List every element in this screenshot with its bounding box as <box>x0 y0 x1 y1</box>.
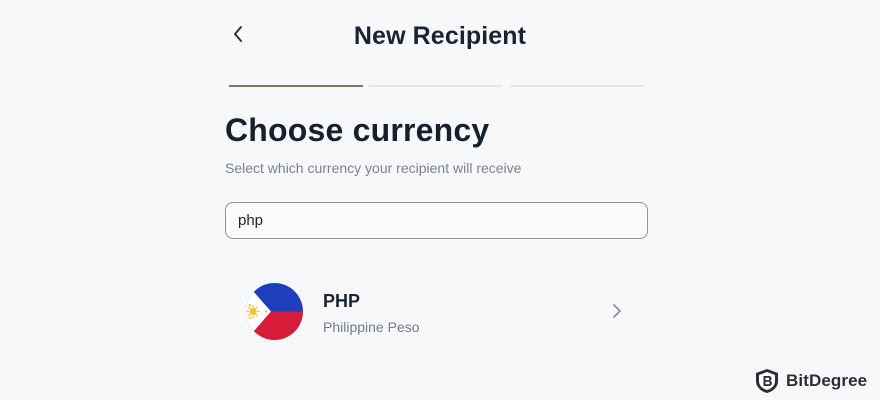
currency-result-item[interactable]: PHP Philippine Peso <box>240 278 632 344</box>
philippines-flag-icon <box>246 283 303 340</box>
currency-search-input[interactable] <box>238 212 635 229</box>
chevron-right-icon <box>610 302 624 320</box>
progress-step-2 <box>369 85 502 87</box>
progress-step-1 <box>229 85 363 87</box>
page-title: New Recipient <box>353 22 527 50</box>
progress-step-3 <box>510 85 643 87</box>
currency-name: Philippine Peso <box>323 319 420 335</box>
watermark-text: BitDegree <box>786 371 868 390</box>
currency-search-field[interactable] <box>225 202 648 239</box>
step-progress-bar <box>229 85 643 88</box>
currency-code: PHP <box>323 291 361 311</box>
bitdegree-watermark: BitDegree <box>754 368 867 394</box>
section-subtitle: Select which currency your recipient wil… <box>225 160 522 176</box>
bitdegree-shield-logo <box>754 368 780 394</box>
section-title: Choose currency <box>225 112 490 148</box>
